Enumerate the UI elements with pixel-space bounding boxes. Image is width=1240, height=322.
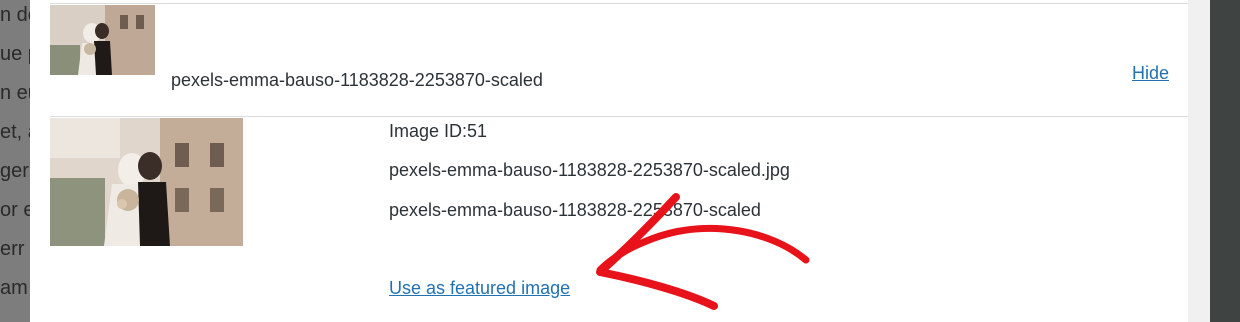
attachment-thumbnail-small[interactable] <box>50 5 155 75</box>
modal-scrollbar-track[interactable] <box>1188 0 1210 322</box>
attachment-title: pexels-emma-bauso-1183828-2253870-scaled <box>171 70 543 90</box>
divider <box>50 116 1188 117</box>
media-attachment-panel: pexels-emma-bauso-1183828-2253870-scaled… <box>30 0 1188 322</box>
file-name-text: pexels-emma-bauso-1183828-2253870-scaled… <box>389 160 790 180</box>
image-id-text: Image ID:51 <box>389 121 488 141</box>
hide-link[interactable]: Hide <box>1132 63 1169 84</box>
use-as-featured-image-link[interactable]: Use as featured image <box>389 278 570 299</box>
page-edge <box>1210 0 1240 322</box>
image-title-text: pexels-emma-bauso-1183828-2253870-scaled <box>389 200 761 220</box>
divider <box>50 3 1188 4</box>
attachment-thumbnail-large[interactable] <box>50 118 243 246</box>
